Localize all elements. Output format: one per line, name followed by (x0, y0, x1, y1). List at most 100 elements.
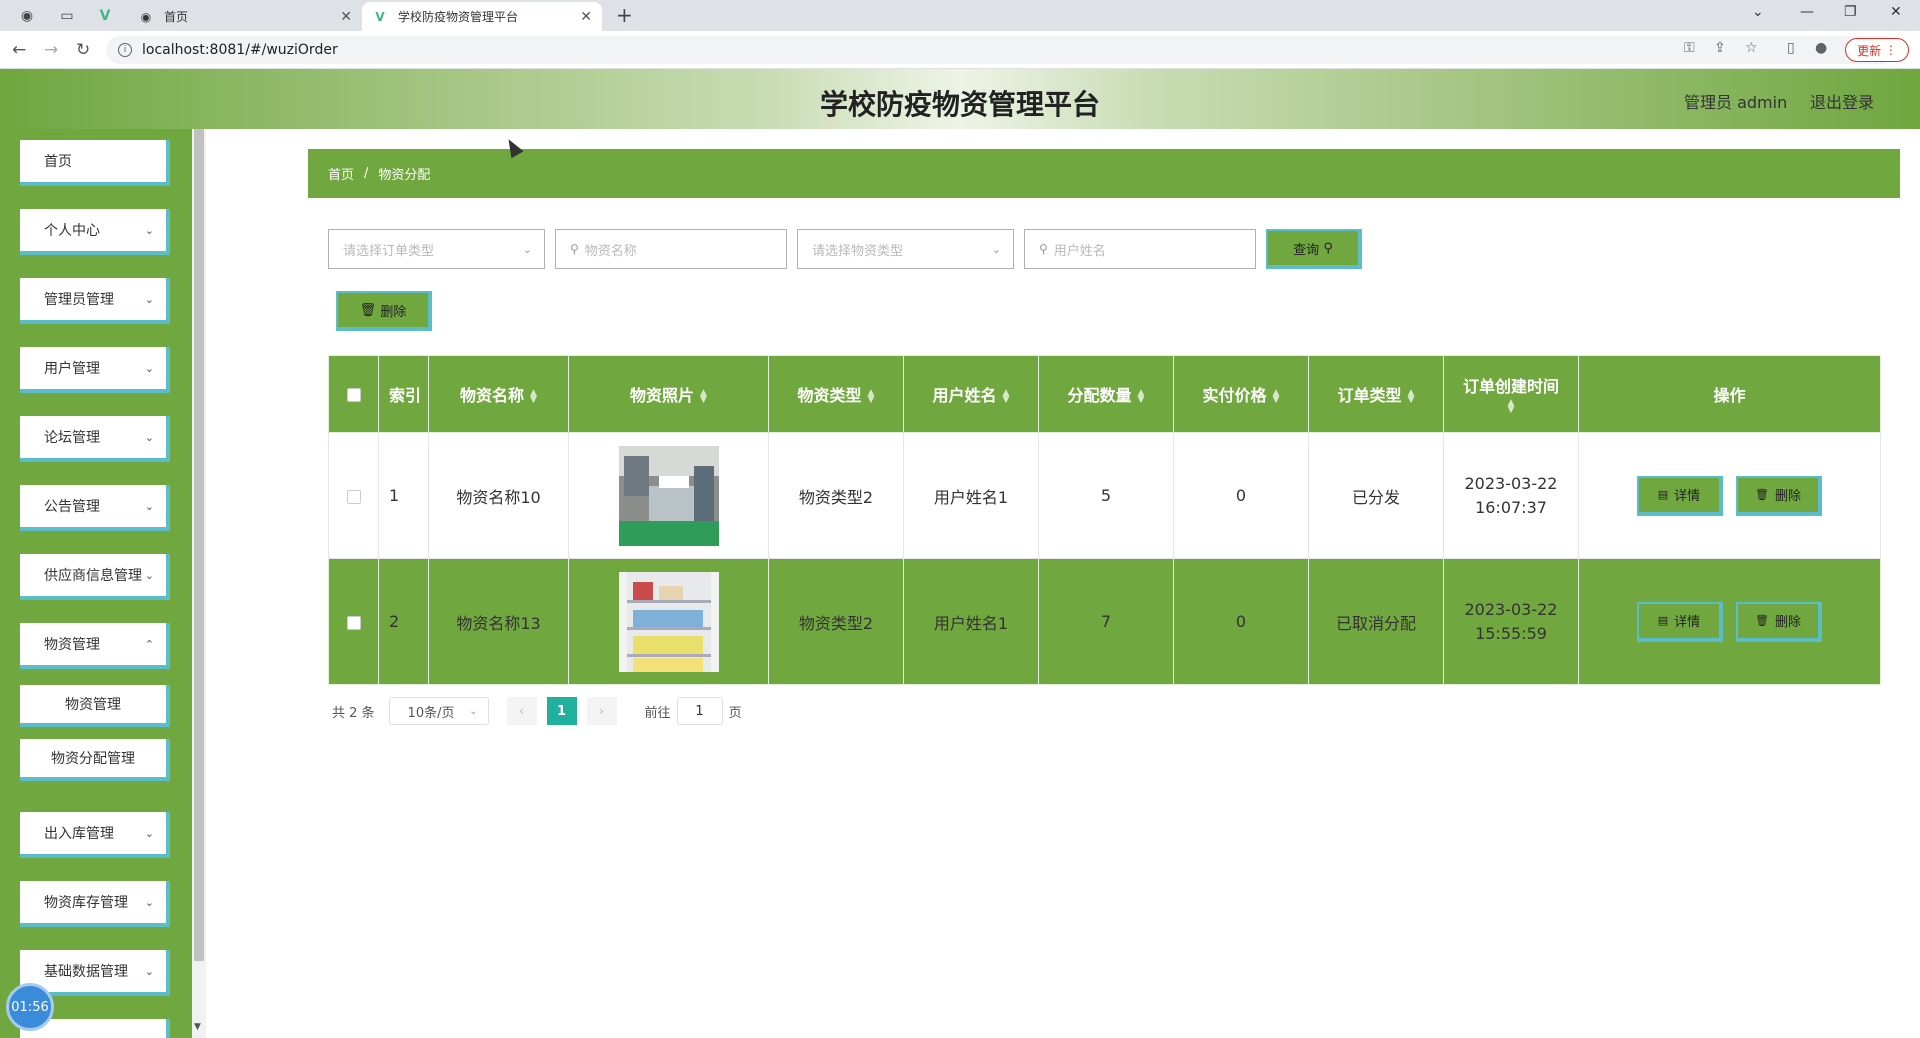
sidebar-item-label: 论坛管理 (44, 430, 100, 446)
order-type-select[interactable]: 请选择订单类型 ⌄ (328, 229, 545, 269)
created-text: 2023-03-22 16:07:37 (1464, 473, 1558, 517)
chevron-up-icon: ⌃ (144, 637, 154, 651)
cell-user: 用户姓名1 (903, 432, 1039, 559)
col-order-type[interactable]: 订单类型 ▲ ▼ (1308, 355, 1444, 433)
sort-icon[interactable]: ▲ ▼ (1003, 388, 1010, 404)
restore-icon[interactable]: ❐ (1844, 4, 1857, 20)
checkbox[interactable] (346, 388, 361, 402)
sort-icon[interactable]: ▲ ▼ (1508, 399, 1515, 415)
timer-badge[interactable]: 01:56 (6, 983, 54, 1031)
pinned-tab-blank-icon[interactable]: ▭ (56, 5, 78, 27)
cell-actions: ▤ 详情 🗑 删除 (1578, 558, 1881, 685)
sidebar-item-label: 物资管理 (44, 637, 100, 653)
sidebar-item-label: 公告管理 (44, 499, 100, 515)
side-panel-icon[interactable]: ▯ (1787, 40, 1795, 56)
sidebar-item-inout-management[interactable]: 出入库管理 ⌄ (20, 812, 170, 858)
sidebar-item-user-management[interactable]: 用户管理 ⌄ (20, 347, 170, 393)
sort-icon[interactable]: ▲ ▼ (1138, 388, 1145, 404)
scroll-down-arrow-icon[interactable]: ▼ (194, 1022, 201, 1032)
col-user[interactable]: 用户姓名 ▲ ▼ (903, 355, 1039, 433)
page-size-select[interactable]: 10条/页 ⌄ (388, 697, 489, 725)
row-checkbox-cell[interactable] (328, 558, 379, 685)
browser-tab-home[interactable]: ◉ 首页 ✕ (128, 2, 362, 31)
sidebar-subitem-material[interactable]: 物资管理 (20, 685, 170, 727)
key-icon[interactable]: ⚿ (1684, 40, 1695, 56)
profile-avatar-icon[interactable]: ● (1815, 40, 1827, 56)
sidebar-item-personal-center[interactable]: 个人中心 ⌄ (20, 209, 170, 255)
select-all-checkbox[interactable] (328, 355, 379, 433)
table-row: 1 物资名称10 物资类型2 用户姓名1 5 0 已分发 2023-03-22 … (328, 432, 1881, 559)
share-icon[interactable]: ⇪ (1714, 40, 1726, 56)
window-close-icon[interactable]: ✕ (1890, 4, 1902, 20)
sort-icon[interactable]: ▲ ▼ (530, 388, 537, 404)
detail-button[interactable]: ▤ 详情 (1636, 475, 1723, 516)
sidebar-subitem-material-allocation[interactable]: 物资分配管理 (20, 739, 170, 781)
sidebar-scrollbar-thumb[interactable] (194, 129, 204, 961)
forward-icon[interactable]: → (44, 40, 58, 60)
close-icon[interactable]: ✕ (340, 9, 352, 25)
browser-tab-platform[interactable]: V 学校防疫物资管理平台 ✕ (362, 2, 602, 31)
order-type-placeholder: 请选择订单类型 (343, 243, 435, 259)
next-page-button[interactable]: › (586, 697, 617, 725)
reload-icon[interactable]: ↻ (76, 40, 90, 60)
row-delete-button[interactable]: 🗑 删除 (1736, 475, 1823, 516)
update-button[interactable]: 更新 ⋮ (1845, 38, 1909, 62)
cell-created: 2023-03-22 15:55:59 (1443, 558, 1579, 685)
admin-user-label: 管理员 admin (1684, 93, 1788, 112)
cell-order-type: 已取消分配 (1308, 558, 1444, 685)
pagination: 共 2 条 10条/页 ⌄ ‹ 1 › 前往 1 页 (332, 697, 742, 725)
new-tab-icon[interactable]: + (616, 3, 633, 27)
bookmark-star-icon[interactable]: ☆ (1745, 40, 1758, 56)
user-name-input[interactable]: ⚲ 用户姓名 (1024, 229, 1256, 269)
col-created[interactable]: 订单创建时间 ▲ ▼ (1443, 355, 1579, 433)
sidebar-item-home[interactable]: 首页 (20, 140, 170, 186)
breadcrumb-home[interactable]: 首页 (328, 164, 354, 183)
batch-delete-button[interactable]: 🗑 删除 (336, 291, 432, 331)
detail-button[interactable]: ▤ 详情 (1636, 601, 1723, 642)
prev-page-button[interactable]: ‹ (506, 697, 537, 725)
sort-icon[interactable]: ▲ ▼ (1273, 388, 1280, 404)
page-number-button[interactable]: 1 (546, 697, 577, 725)
query-button[interactable]: 查询 ⚲ (1266, 229, 1362, 269)
pinned-tab-globe-icon[interactable]: ◉ (16, 5, 38, 27)
cell-type: 物资类型2 (768, 558, 904, 685)
site-info-icon[interactable]: i (118, 43, 132, 57)
material-photo[interactable] (618, 571, 719, 672)
sidebar-item-admin-management[interactable]: 管理员管理 ⌄ (20, 278, 170, 324)
goto-page-input[interactable]: 1 (676, 697, 723, 725)
col-qty[interactable]: 分配数量 ▲ ▼ (1038, 355, 1174, 433)
sidebar-item-inventory-management[interactable]: 物资库存管理 ⌄ (20, 881, 170, 927)
minimize-icon[interactable]: — (1800, 4, 1814, 20)
chevron-down-icon: ⌄ (144, 568, 154, 582)
sort-icon[interactable]: ▲ ▼ (700, 388, 707, 404)
checkbox[interactable] (346, 615, 361, 630)
pinned-tab-vue-icon[interactable]: V (94, 5, 116, 27)
sidebar-item-forum-management[interactable]: 论坛管理 ⌄ (20, 416, 170, 462)
close-icon[interactable]: ✕ (580, 9, 592, 25)
sidebar-item-notice-management[interactable]: 公告管理 ⌄ (20, 485, 170, 531)
checkbox[interactable] (346, 489, 361, 504)
row-checkbox-cell[interactable] (328, 432, 379, 559)
material-name-input[interactable]: ⚲ 物资名称 (555, 229, 787, 269)
sidebar-item-material-management[interactable]: 物资管理 ⌃ (20, 623, 170, 669)
material-type-select[interactable]: 请选择物资类型 ⌄ (797, 229, 1014, 269)
row-delete-button[interactable]: 🗑 删除 (1736, 601, 1823, 642)
material-photo[interactable] (618, 445, 719, 546)
trash-icon: 🗑 (1755, 614, 1770, 627)
col-price[interactable]: 实付价格 ▲ ▼ (1173, 355, 1309, 433)
back-icon[interactable]: ← (12, 40, 26, 60)
col-name[interactable]: 物资名称 ▲ ▼ (428, 355, 569, 433)
sort-icon[interactable]: ▲ ▼ (868, 388, 875, 404)
cell-name: 物资名称13 (428, 558, 569, 685)
sidebar-subitem-label: 物资管理 (65, 697, 121, 713)
col-type[interactable]: 物资类型 ▲ ▼ (768, 355, 904, 433)
sidebar-item-supplier-management[interactable]: 供应商信息管理 ⌄ (20, 554, 170, 600)
logout-link[interactable]: 退出登录 (1810, 89, 1874, 113)
chevron-down-icon: ⌄ (469, 705, 478, 717)
sidebar-item-label: 个人中心 (44, 223, 100, 239)
col-photo[interactable]: 物资照片 ▲ ▼ (568, 355, 769, 433)
tab-search-icon[interactable]: ⌄ (1752, 4, 1764, 20)
tab-label: 学校防疫物资管理平台 (398, 10, 519, 24)
sort-icon[interactable]: ▲ ▼ (1408, 388, 1415, 404)
url-field[interactable]: i localhost:8081/#/wuziOrder (106, 36, 1896, 64)
